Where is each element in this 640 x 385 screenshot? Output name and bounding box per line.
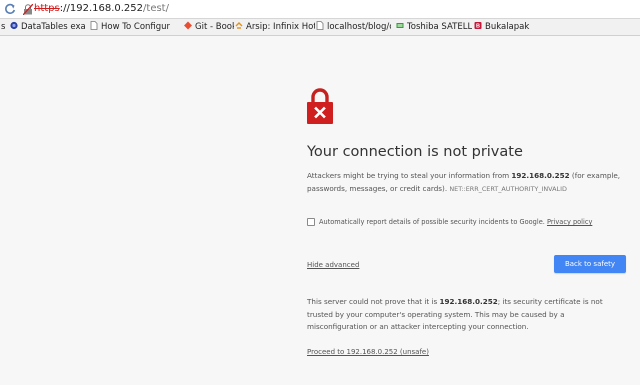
bookmark-label: Bukalapak — [485, 22, 530, 32]
privacy-policy-link[interactable]: Privacy policy — [547, 218, 592, 226]
checkbox-label[interactable]: Automatically report details of possible… — [319, 218, 545, 226]
url-scheme: https — [34, 3, 60, 14]
bookmark-item[interactable]: B Bukalapak — [474, 21, 534, 34]
proceed-unsafe-link[interactable]: Proceed to 192.168.0.252 (unsafe) — [307, 348, 429, 356]
bookmark-item[interactable]: Arsip: Infinix Hot — [235, 21, 315, 34]
url-path: /test/ — [143, 3, 169, 14]
url-separator: :// — [59, 3, 70, 14]
details-message: This server could not prove that it is 1… — [307, 296, 625, 334]
bookmarks-bar: s DataTables exam How To Configur Git - … — [0, 19, 640, 36]
bukalapak-favicon: B — [474, 22, 482, 30]
message-text: Attackers might be trying to steal your … — [307, 171, 512, 180]
bookmark-label: DataTables exam — [21, 22, 86, 32]
url-host: 192.168.0.252 — [69, 3, 144, 14]
back-to-safety-button[interactable]: Back to safety — [554, 255, 626, 273]
url-text[interactable]: https://192.168.0.252/test/ — [34, 3, 169, 15]
hide-advanced-link[interactable]: Hide advanced — [307, 261, 359, 269]
details-text: This server could not prove that it is — [307, 297, 440, 306]
report-checkbox-row: Automatically report details of possible… — [307, 216, 592, 228]
bookmark-item[interactable]: Toshiba SATELLIT — [396, 21, 472, 34]
bookmark-item[interactable]: How To Configur — [90, 21, 178, 34]
bookmark-label: Toshiba SATELLIT — [407, 22, 472, 32]
bookmark-label: Arsip: Infinix Hot — [246, 22, 315, 32]
lock-error-icon — [307, 88, 333, 124]
host-name: 192.168.0.252 — [511, 171, 570, 180]
toshiba-favicon — [396, 23, 404, 28]
page-title: Your connection is not private — [307, 144, 523, 160]
bookmark-label: Git - Book — [195, 22, 234, 32]
reload-icon[interactable] — [4, 3, 16, 15]
host-name: 192.168.0.252 — [439, 297, 498, 306]
address-bar[interactable]: https://192.168.0.252/test/ — [0, 0, 640, 19]
bookmark-item[interactable]: localhost/blog/c — [316, 21, 391, 34]
svg-text:B: B — [476, 24, 480, 30]
bookmark-label: How To Configur — [101, 22, 171, 32]
error-code[interactable]: NET::ERR_CERT_AUTHORITY_INVALID — [449, 185, 567, 193]
arsip-favicon — [235, 22, 243, 29]
report-checkbox[interactable] — [307, 218, 315, 226]
bookmark-item[interactable]: DataTables exam — [10, 21, 86, 34]
page-icon — [316, 21, 324, 30]
bookmark-item[interactable]: Git - Book — [184, 21, 234, 34]
insecure-lock-icon[interactable] — [23, 4, 33, 15]
datatables-favicon — [10, 21, 18, 30]
bookmark-label: s — [1, 22, 6, 32]
main-message: Attackers might be trying to steal your … — [307, 170, 625, 195]
bookmark-label: localhost/blog/c — [327, 22, 391, 32]
page-icon — [90, 21, 98, 30]
git-favicon — [184, 21, 192, 30]
